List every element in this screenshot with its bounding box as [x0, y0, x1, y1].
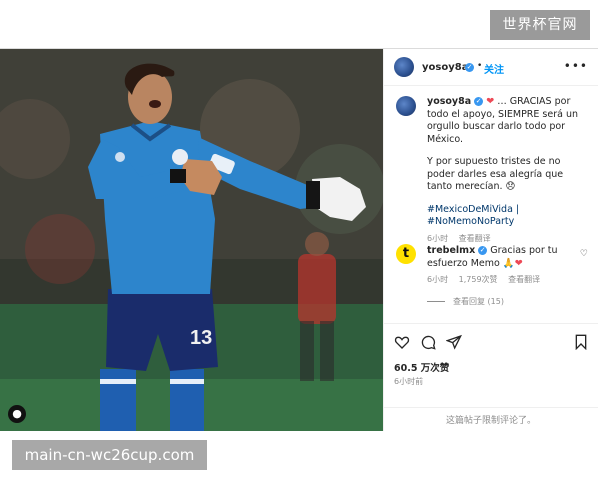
comment-likes[interactable]: 1,759次赞 [459, 275, 498, 284]
post-actions: 60.5 万次赞 6小时前 这篇帖子限制评论了。 [384, 323, 598, 434]
comments-disabled-notice: 这篇帖子限制评论了。 [384, 407, 598, 434]
comment-like-icon[interactable]: ♡ [580, 249, 588, 259]
verified-icon: ✓ [478, 246, 488, 255]
heart-emoji-icon: ❤ [486, 96, 495, 107]
comment-avatar[interactable]: t [396, 244, 416, 264]
post-photo: 13 ● [0, 49, 383, 431]
hashtag-link[interactable]: #MexicoDeMiVida | [427, 204, 587, 217]
likes-count[interactable]: 60.5 万次赞 [394, 360, 449, 374]
caption-avatar[interactable] [396, 96, 416, 116]
separator-dot: • [477, 61, 483, 71]
watermark-site-badge: 世界杯官网 [490, 10, 590, 40]
caption-text-2: Y por supuesto tristes de no poder darle… [427, 156, 564, 192]
view-replies-label[interactable]: 查看回复 (15) [453, 297, 504, 306]
post-caption: yosoy8a ✓ ❤ … GRACIAS por todo el apoyo,… [427, 96, 587, 245]
post-time: 6小时前 [394, 377, 424, 386]
share-icon[interactable] [445, 334, 462, 354]
comment-meta: 6小时 1,759次赞 查看翻译 [427, 274, 577, 287]
more-horizontal-icon[interactable]: ••• [564, 59, 588, 73]
verified-icon: ✓ [465, 63, 474, 72]
praying-emoji-icon: 🙏 [502, 257, 515, 269]
verified-icon: ✓ [474, 97, 484, 106]
watermark-url-badge: main-cn-wc26cup.com [12, 440, 207, 470]
replies-line [427, 301, 445, 302]
heart-emoji-icon: ❤ [514, 257, 523, 269]
save-bookmark-icon[interactable] [574, 334, 588, 354]
like-icon[interactable] [394, 334, 410, 354]
comment-icon[interactable] [420, 334, 436, 354]
goalkeeper-photo-illustration: 13 [0, 49, 383, 431]
caption-time: 6小时 [427, 233, 449, 243]
avatar[interactable] [394, 57, 414, 77]
post-side-panel: yosoy8a ✓ • 关注 ••• yosoy8a ✓ ❤ … GRACIAS… [383, 49, 598, 431]
hashtag-link[interactable]: #NoMemoNoParty [427, 216, 587, 229]
follow-button[interactable]: 关注 [484, 61, 504, 76]
comment: trebelmx ✓ Gracias por tu esfuerzo Memo … [427, 245, 577, 287]
see-translation-link[interactable]: 查看翻译 [459, 234, 491, 243]
instagram-post: 13 ● yosoy8a ✓ • 关注 ••• yosoy8a ✓ ❤ … GR… [0, 48, 598, 431]
post-header: yosoy8a ✓ • 关注 ••• [384, 49, 598, 86]
view-replies[interactable]: 查看回复 (15) [427, 296, 504, 307]
post-username[interactable]: yosoy8a [422, 62, 468, 73]
comment-time: 6小时 [427, 275, 449, 284]
comment-username[interactable]: trebelmx [427, 245, 475, 256]
shorts-number: 13 [190, 327, 212, 349]
caption-username[interactable]: yosoy8a [427, 96, 471, 107]
caption-meta: 6小时 查看翻译 [427, 233, 587, 246]
sad-face-emoji-icon: 😞 [505, 181, 516, 192]
see-translation-link[interactable]: 查看翻译 [508, 275, 540, 284]
tagged-user-icon[interactable]: ● [8, 405, 26, 423]
